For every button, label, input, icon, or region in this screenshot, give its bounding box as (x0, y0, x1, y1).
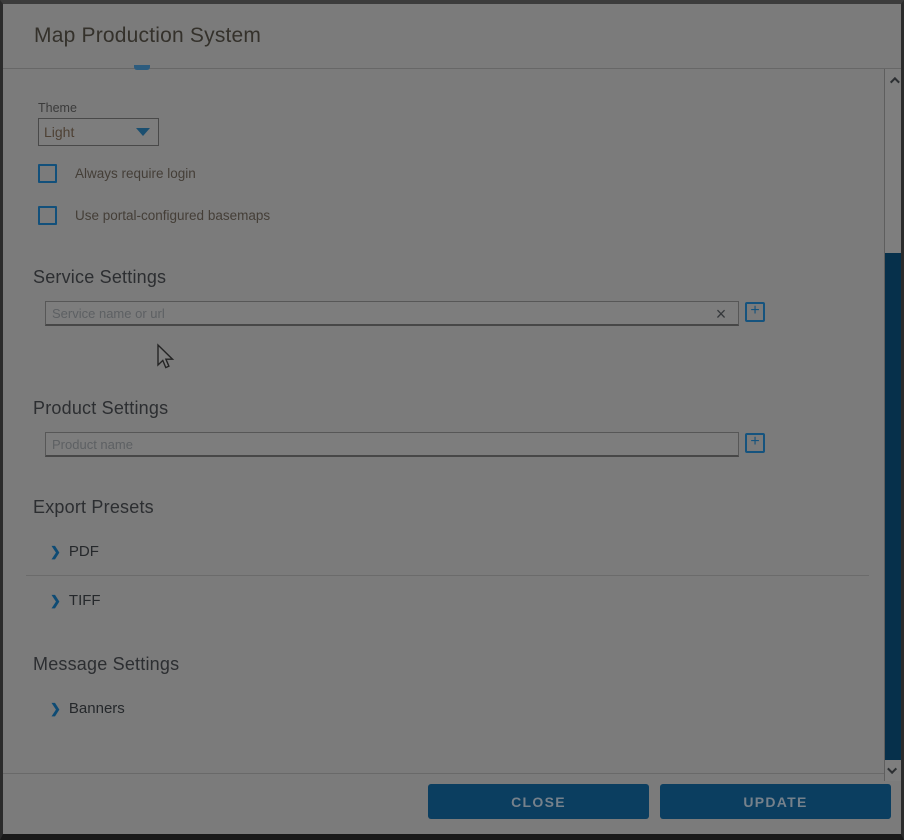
service-name-input[interactable] (45, 301, 739, 326)
product-name-input[interactable] (45, 432, 739, 457)
checkbox-row-portal-basemaps[interactable]: Use portal-configured basemaps (38, 206, 270, 225)
checkbox-label: Use portal-configured basemaps (75, 208, 270, 223)
add-product-button[interactable]: + (745, 433, 765, 453)
service-settings-heading: Service Settings (33, 267, 166, 288)
theme-select[interactable]: Light (38, 118, 159, 146)
checkbox-label: Always require login (75, 166, 196, 181)
export-presets-heading: Export Presets (33, 497, 154, 518)
checkbox-always-require-login[interactable] (38, 164, 57, 183)
scroll-up-button[interactable] (885, 69, 901, 91)
scrollbar[interactable] (884, 69, 901, 781)
checkbox-row-always-require-login[interactable]: Always require login (38, 164, 196, 183)
scrolled-content-edge (134, 65, 150, 70)
dialog-title: Map Production System (34, 24, 261, 48)
chevron-down-icon (887, 764, 897, 774)
caret-down-icon (136, 128, 150, 136)
chevron-right-icon: ❯ (50, 545, 61, 558)
theme-label: Theme (38, 101, 77, 115)
footer-divider (3, 773, 901, 774)
export-preset-label: TIFF (69, 592, 101, 609)
message-setting-banners[interactable]: ❯ Banners (50, 699, 125, 717)
add-service-button[interactable]: + (745, 302, 765, 322)
preset-divider (26, 575, 869, 576)
settings-dialog: Map Production System Theme Light Always… (0, 0, 904, 840)
mouse-cursor (155, 343, 175, 371)
export-preset-tiff[interactable]: ❯ TIFF (50, 591, 101, 609)
checkbox-portal-basemaps[interactable] (38, 206, 57, 225)
message-setting-label: Banners (69, 700, 125, 717)
product-settings-heading: Product Settings (33, 398, 168, 419)
close-button[interactable]: CLOSE (428, 784, 649, 819)
scrollbar-thumb[interactable] (885, 253, 902, 760)
export-preset-pdf[interactable]: ❯ PDF (50, 542, 99, 560)
theme-select-value: Light (44, 124, 74, 140)
chevron-right-icon: ❯ (50, 594, 61, 607)
chevron-right-icon: ❯ (50, 702, 61, 715)
scroll-down-button[interactable] (885, 759, 901, 781)
chevron-up-icon (889, 76, 899, 86)
message-settings-heading: Message Settings (33, 654, 179, 675)
update-button[interactable]: UPDATE (660, 784, 891, 819)
export-preset-label: PDF (69, 543, 99, 560)
clear-icon[interactable]: × (709, 302, 733, 325)
